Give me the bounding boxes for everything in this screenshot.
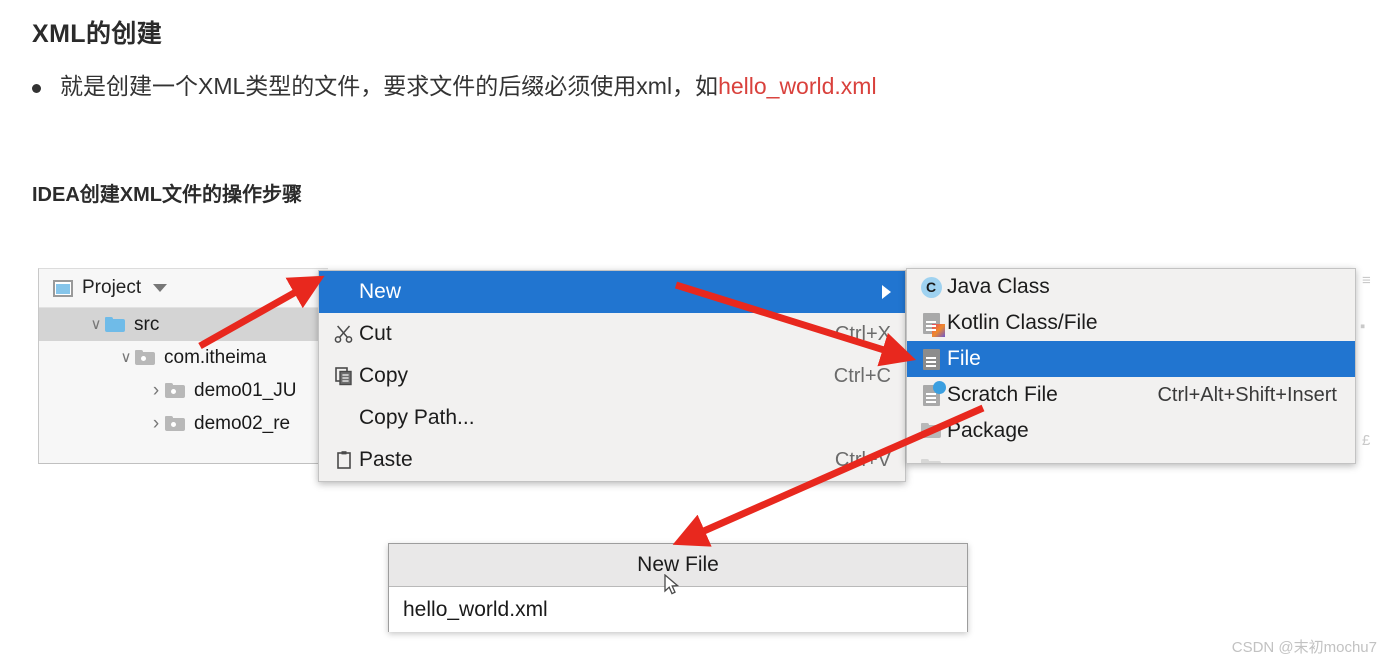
submenu-item-scratch-file[interactable]: Scratch File Ctrl+Alt+Shift+Insert — [907, 377, 1355, 413]
chevron-down-icon[interactable] — [153, 284, 168, 292]
tree-node-src[interactable]: src — [39, 308, 328, 341]
menu-item-paste[interactable]: Paste Ctrl+V — [319, 439, 905, 481]
mouse-cursor-icon — [664, 574, 680, 595]
bullet-dot-icon — [32, 84, 41, 93]
paste-icon — [329, 450, 359, 470]
menu-item-copy[interactable]: Copy Ctrl+C — [319, 355, 905, 397]
bullet-link: hello_world.xml — [718, 73, 877, 99]
section-subtitle: IDEA创建XML文件的操作步骤 — [32, 184, 302, 206]
bullet-item: 就是创建一个XML类型的文件，要求文件的后缀必须使用xml，如hello_wor… — [32, 72, 877, 102]
package-folder-icon — [915, 459, 947, 463]
submenu-item-java-class[interactable]: C Java Class — [907, 269, 1355, 305]
kotlin-file-icon — [915, 312, 947, 337]
chevron-right-icon[interactable] — [147, 414, 165, 433]
bullet-text: 就是创建一个XML类型的文件，要求文件的后缀必须使用xml，如 — [60, 73, 719, 99]
submenu-item-kotlin-class-file[interactable]: Kotlin Class/File — [907, 305, 1355, 341]
submenu-item-label: Package — [947, 419, 1029, 442]
background-fragment: £ — [1362, 432, 1371, 449]
submenu-item-label: File — [947, 347, 981, 370]
menu-item-label: New — [359, 280, 402, 303]
java-class-icon: C — [915, 276, 947, 298]
folder-icon — [135, 350, 155, 365]
menu-item-label: Cut — [359, 322, 392, 345]
scissors-icon — [329, 324, 359, 344]
project-window-icon — [53, 279, 73, 297]
file-icon — [915, 348, 947, 370]
menu-item-label: Copy — [359, 364, 409, 387]
folder-icon — [105, 317, 125, 332]
menu-item-copy-path[interactable]: Copy Path... — [319, 397, 905, 439]
menu-item-new[interactable]: New — [319, 271, 905, 313]
tree-node-label: demo02_re — [194, 412, 291, 434]
tree-node-demo02[interactable]: demo02_re — [39, 407, 328, 440]
package-folder-icon — [915, 423, 947, 439]
chevron-right-icon[interactable] — [147, 381, 165, 400]
filename-input-value: hello_world.xml — [403, 597, 548, 621]
watermark: CSDN @末初mochu7 — [1231, 639, 1377, 656]
page-title: XML的创建 — [32, 20, 163, 48]
submenu-item-label: Java Class — [947, 275, 1050, 298]
scratch-file-icon — [915, 380, 947, 406]
folder-icon — [165, 383, 185, 398]
tree-node-package[interactable]: com.itheima — [39, 341, 328, 374]
tree-node-demo01[interactable]: demo01_JU — [39, 374, 328, 407]
chevron-down-icon[interactable] — [117, 350, 135, 365]
menu-item-label: Copy Path... — [359, 406, 475, 429]
tree-node-label: demo01_JU — [194, 379, 297, 401]
menu-item-label: Paste — [359, 448, 413, 471]
submenu-item-label: Scratch File — [947, 383, 1058, 406]
menu-item-cut[interactable]: Cut Ctrl+X — [319, 313, 905, 355]
folder-icon — [165, 416, 185, 431]
menu-item-shortcut: Ctrl+X — [834, 322, 891, 345]
submenu-item-package[interactable]: Package — [907, 413, 1355, 449]
tree-node-label: src — [134, 313, 160, 335]
project-panel-title: Project — [82, 277, 142, 298]
submenu-item-label: Kotlin Class/File — [947, 311, 1098, 334]
submenu-arrow-icon — [882, 285, 891, 299]
submenu-item-clipped[interactable] — [907, 449, 1355, 463]
project-tool-window: Project src com.itheima demo01_JU demo02… — [38, 268, 328, 464]
copy-icon — [329, 366, 359, 386]
menu-item-shortcut: Ctrl+C — [833, 364, 891, 387]
tree-node-label: com.itheima — [164, 346, 267, 368]
project-panel-header[interactable]: Project — [39, 269, 328, 308]
background-fragment: ≡ — [1362, 272, 1371, 289]
new-submenu: C Java Class Kotlin Class/File File Scra… — [906, 268, 1356, 464]
background-fragment: ▪ — [1360, 318, 1366, 335]
submenu-item-file[interactable]: File — [907, 341, 1355, 377]
submenu-item-shortcut: Ctrl+Alt+Shift+Insert — [1157, 383, 1337, 406]
context-menu: New Cut Ctrl+X Copy Ctrl+C Copy Path... … — [318, 270, 906, 482]
chevron-down-icon[interactable] — [87, 317, 105, 332]
menu-item-shortcut: Ctrl+V — [834, 448, 891, 471]
